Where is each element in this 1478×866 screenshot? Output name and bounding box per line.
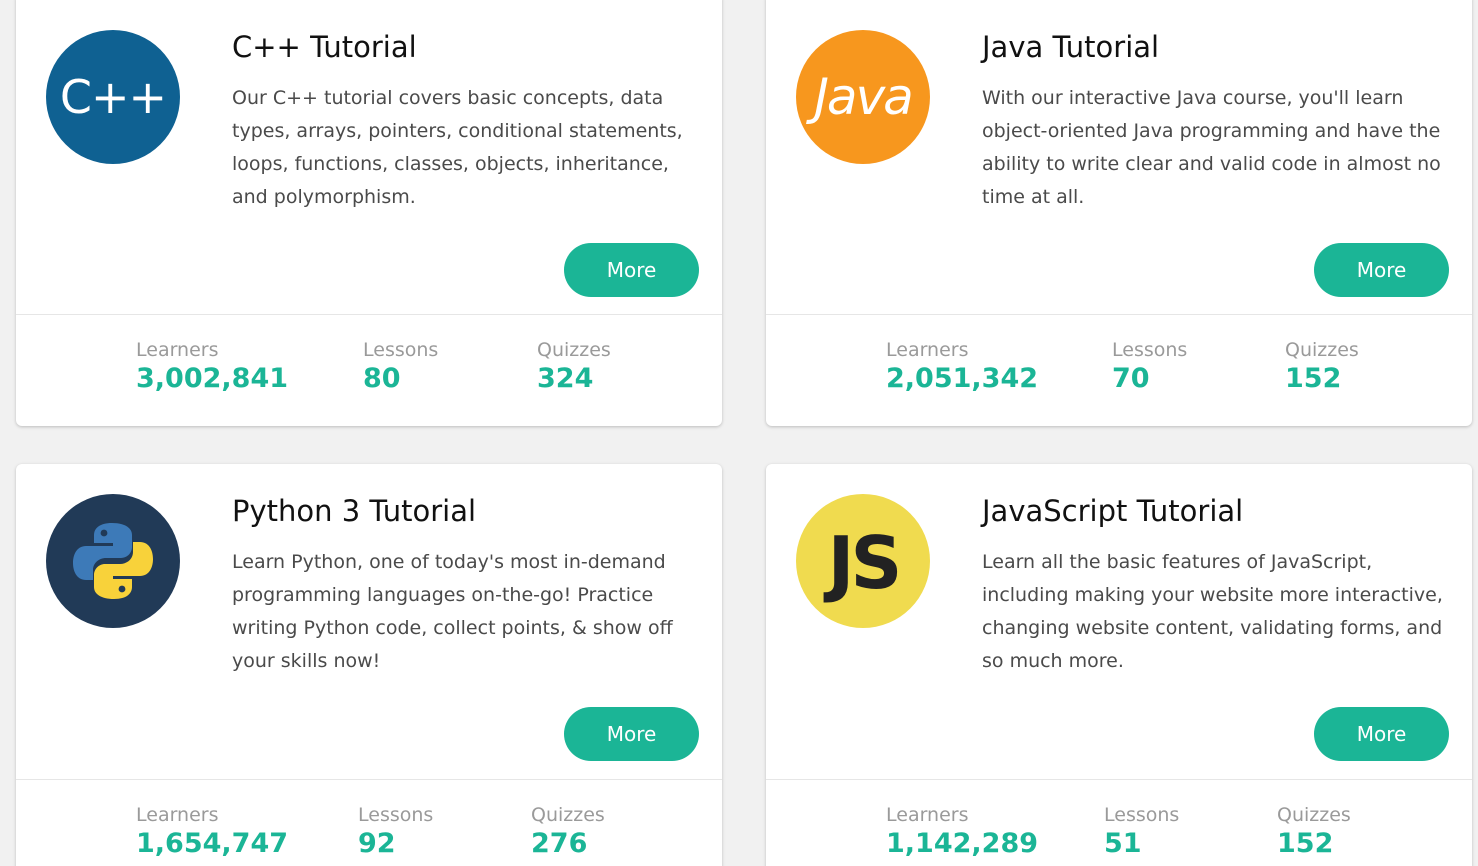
course-card-javascript: JS JavaScript Tutorial Learn all the bas… [766, 464, 1472, 866]
more-button[interactable]: More [564, 707, 699, 761]
lessons-label: Lessons [1104, 804, 1180, 826]
quizzes-stat: Quizzes 276 [531, 804, 605, 862]
logo-text: JS [827, 521, 903, 605]
card-description: Learn Python, one of today's most in-dem… [232, 551, 673, 672]
card-body: Java Java Tutorial With our interactive … [766, 0, 1472, 315]
logo-text: C++ [59, 70, 167, 124]
lessons-count: 51 [1104, 828, 1142, 859]
cpp-logo-icon: C++ [46, 30, 180, 164]
quizzes-count: 324 [537, 363, 594, 394]
card-description: With our interactive Java course, you'll… [982, 87, 1441, 208]
lessons-stat: Lessons 92 [358, 804, 433, 862]
learners-count: 1,142,289 [886, 828, 1039, 859]
quizzes-count: 276 [531, 828, 588, 859]
lessons-label: Lessons [1112, 339, 1188, 361]
lessons-count: 92 [358, 828, 396, 859]
card-title[interactable]: C++ Tutorial [232, 30, 417, 64]
quizzes-label: Quizzes [537, 339, 611, 361]
learners-label: Learners [886, 339, 969, 361]
card-description: Learn all the basic features of JavaScri… [982, 551, 1443, 672]
course-card-python: Python 3 Tutorial Learn Python, one of t… [16, 464, 722, 866]
card-title[interactable]: Java Tutorial [982, 30, 1159, 64]
python-logo-icon [46, 494, 180, 628]
lessons-stat: Lessons 51 [1104, 804, 1179, 862]
learners-label: Learners [136, 804, 219, 826]
learners-count: 2,051,342 [886, 363, 1039, 394]
learners-stat: Learners 3,002,841 [136, 339, 288, 397]
quizzes-label: Quizzes [1285, 339, 1359, 361]
more-button[interactable]: More [1314, 243, 1449, 297]
lessons-label: Lessons [363, 339, 439, 361]
lessons-stat: Lessons 70 [1112, 339, 1187, 397]
card-title[interactable]: Python 3 Tutorial [232, 494, 476, 528]
learners-stat: Learners 1,654,747 [136, 804, 288, 862]
card-stats: Learners 2,051,342 Lessons 70 Quizzes 15… [766, 315, 1472, 425]
lessons-label: Lessons [358, 804, 434, 826]
card-stats: Learners 1,654,747 Lessons 92 Quizzes 27… [16, 780, 722, 866]
card-title[interactable]: JavaScript Tutorial [982, 494, 1243, 528]
lessons-count: 70 [1112, 363, 1150, 394]
card-body: Python 3 Tutorial Learn Python, one of t… [16, 464, 722, 780]
more-button[interactable]: More [1314, 707, 1449, 761]
more-button[interactable]: More [564, 243, 699, 297]
quizzes-count: 152 [1277, 828, 1334, 859]
lessons-count: 80 [363, 363, 401, 394]
card-body: C++ C++ Tutorial Our C++ tutorial covers… [16, 0, 722, 315]
learners-stat: Learners 1,142,289 [886, 804, 1038, 862]
course-card-java: Java Java Tutorial With our interactive … [766, 0, 1472, 426]
quizzes-stat: Quizzes 324 [537, 339, 611, 397]
quizzes-stat: Quizzes 152 [1285, 339, 1359, 397]
course-grid: C++ C++ Tutorial Our C++ tutorial covers… [0, 0, 1478, 866]
quizzes-label: Quizzes [531, 804, 605, 826]
java-logo-icon: Java [796, 30, 930, 164]
card-stats: Learners 3,002,841 Lessons 80 Quizzes 32… [16, 315, 722, 425]
javascript-logo-icon: JS [796, 494, 930, 628]
card-stats: Learners 1,142,289 Lessons 51 Quizzes 15… [766, 780, 1472, 866]
learners-count: 1,654,747 [136, 828, 289, 859]
lessons-stat: Lessons 80 [363, 339, 438, 397]
course-card-cpp: C++ C++ Tutorial Our C++ tutorial covers… [16, 0, 722, 426]
learners-label: Learners [886, 804, 969, 826]
python-snakes-icon [73, 523, 153, 599]
card-description: Our C++ tutorial covers basic concepts, … [232, 87, 683, 208]
learners-count: 3,002,841 [136, 363, 289, 394]
learners-stat: Learners 2,051,342 [886, 339, 1038, 397]
quizzes-stat: Quizzes 152 [1277, 804, 1351, 862]
card-body: JS JavaScript Tutorial Learn all the bas… [766, 464, 1472, 780]
quizzes-label: Quizzes [1277, 804, 1351, 826]
logo-text: Java [814, 68, 914, 126]
learners-label: Learners [136, 339, 219, 361]
quizzes-count: 152 [1285, 363, 1342, 394]
